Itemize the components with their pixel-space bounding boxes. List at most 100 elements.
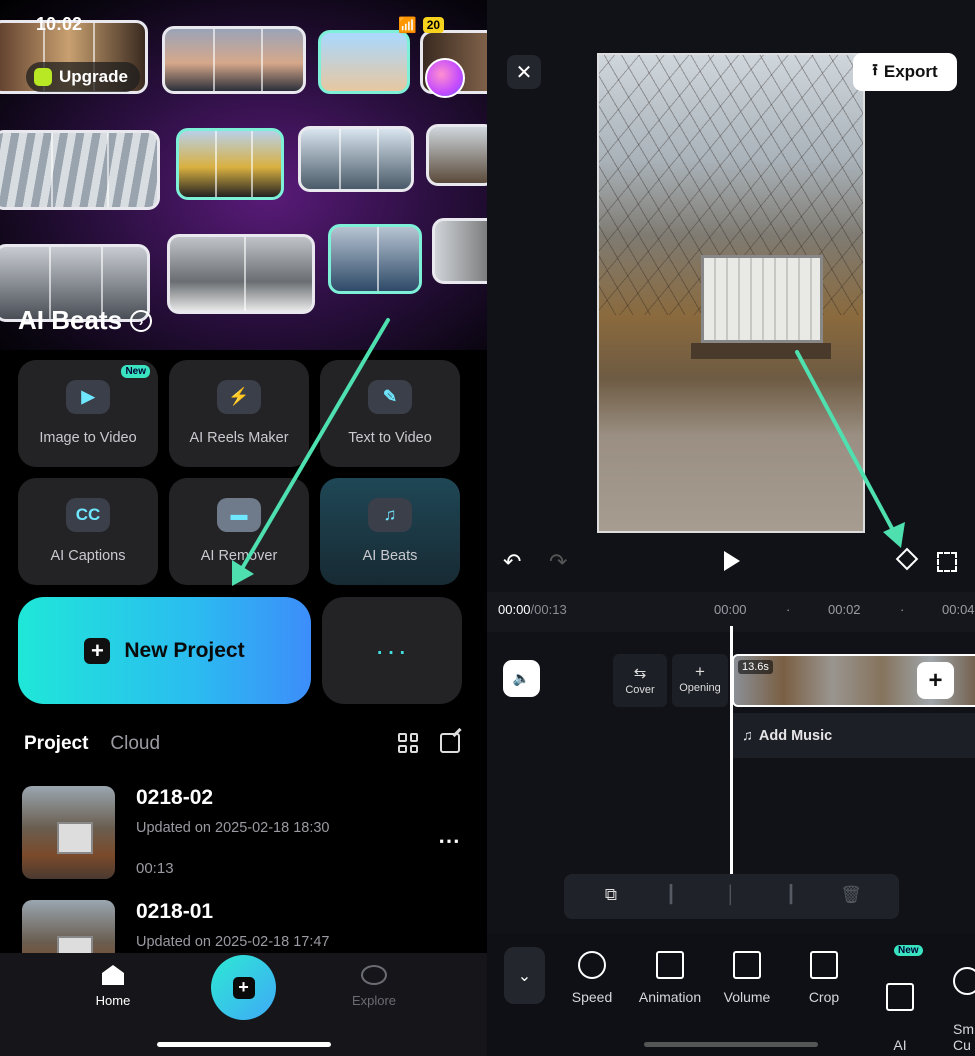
home-indicator	[644, 1042, 818, 1047]
tool-ai-remover[interactable]: New AI Remover	[870, 945, 930, 1056]
ai-beats-title[interactable]: AI Beats ›	[18, 305, 153, 336]
tool-label: AI Reels Maker	[189, 430, 289, 446]
tool-ai-beats[interactable]: ♫ AI Beats	[320, 478, 460, 585]
banner-tile	[0, 130, 160, 210]
tool-ai-remover[interactable]: ▬ AI Remover	[169, 478, 309, 585]
project-duration: 00:13	[136, 860, 174, 877]
opening-button[interactable]: + Opening	[672, 654, 728, 707]
tool-label: AI Remover	[200, 548, 278, 564]
more-tools-button[interactable]: ···	[322, 597, 462, 704]
video-preview[interactable]	[597, 53, 865, 533]
tool-animation[interactable]: Animation	[635, 951, 705, 1005]
preview-crate	[701, 255, 823, 343]
edit-icon[interactable]	[440, 733, 460, 753]
speed-icon	[578, 951, 606, 979]
list-actions	[398, 733, 460, 753]
tool-label: AI Beats	[362, 548, 418, 564]
editor-toolbar: ⌄ Speed Animation Volume Crop New AI Rem…	[487, 933, 975, 1056]
status-icons: 📶 20	[398, 16, 445, 34]
tab-cloud[interactable]: Cloud	[110, 733, 160, 755]
tool-volume[interactable]: Volume	[721, 951, 773, 1005]
upgrade-button[interactable]: Upgrade	[26, 62, 140, 92]
tool-label: Animation	[638, 989, 702, 1005]
animation-icon	[656, 951, 684, 979]
clip-edit-bar: ⧉ ┃ │ ┃ 🗑	[564, 874, 899, 919]
tool-ai-reels-maker[interactable]: ⚡ AI Reels Maker	[169, 360, 309, 467]
banner-tile	[432, 218, 487, 284]
pen-icon: ✎	[368, 380, 412, 414]
avatar[interactable]	[425, 58, 465, 98]
nav-explore[interactable]: Explore	[346, 965, 402, 1008]
playhead[interactable]	[730, 626, 733, 874]
more-options-icon[interactable]: ⋯	[438, 828, 460, 854]
delete-icon[interactable]: 🗑	[840, 885, 862, 907]
plus-icon: +	[232, 976, 255, 999]
mute-audio-button[interactable]: 🔈	[503, 660, 540, 697]
banner-tile	[167, 234, 315, 314]
nav-home[interactable]: Home	[88, 965, 138, 1008]
tool-crop[interactable]: Crop	[805, 951, 843, 1005]
ruler-tick: 00:04	[942, 602, 975, 617]
chevron-right-icon: ›	[130, 309, 153, 332]
tool-speed[interactable]: Speed	[569, 951, 615, 1005]
new-project-button[interactable]: + New Project	[18, 597, 311, 704]
cover-button[interactable]: ⇆ Cover	[613, 654, 667, 707]
ruler-tick: 00:00	[714, 602, 747, 617]
home-screen: 10:02 📶 20 Upgrade AI Beats › New ▶ Imag…	[0, 0, 487, 1056]
redo-icon[interactable]: ↷	[549, 549, 567, 575]
chevron-down-icon[interactable]: ⌄	[504, 947, 545, 1004]
ai-beats-title-text: AI Beats	[18, 305, 123, 335]
export-label: Export	[883, 62, 938, 81]
home-indicator	[157, 1042, 331, 1047]
project-thumbnail	[22, 786, 115, 879]
tool-smart-cutout[interactable]: Sm Cu	[953, 951, 975, 1053]
trim-start-icon[interactable]: ┃	[660, 885, 682, 907]
add-clip-button[interactable]: +	[917, 662, 954, 699]
banner-tile	[328, 224, 422, 294]
tab-project[interactable]: Project	[24, 733, 88, 755]
create-button[interactable]: +	[211, 955, 276, 1020]
tool-label: Volume	[723, 989, 771, 1005]
new-project-label: New Project	[124, 638, 245, 662]
opening-label: Opening	[679, 682, 721, 694]
close-button[interactable]: ✕	[507, 55, 541, 89]
duplicate-icon[interactable]: ⧉	[600, 885, 622, 907]
upload-icon: ⭱	[872, 61, 878, 79]
tool-text-to-video[interactable]: ✎ Text to Video	[320, 360, 460, 467]
planet-icon	[361, 965, 387, 985]
tool-label: AI Remover	[872, 1037, 929, 1056]
cover-label: Cover	[625, 684, 655, 696]
project-item[interactable]: 0218-02 Updated on 2025-02-18 18:30 00:1…	[22, 786, 472, 882]
project-name: 0218-02	[136, 786, 214, 809]
tool-label: Sm Cu	[953, 1021, 974, 1053]
export-button[interactable]: ⭱ Export	[853, 53, 957, 91]
bolt-icon: ⚡	[217, 380, 261, 414]
wifi-icon: 📶	[398, 17, 417, 34]
volume-icon	[733, 951, 761, 979]
split-icon[interactable]: │	[720, 885, 742, 907]
timecode: 00:00/00:13	[498, 602, 567, 617]
add-music-track[interactable]: ♫ Add Music	[732, 713, 975, 758]
fullscreen-icon[interactable]	[937, 552, 957, 572]
tool-ai-captions[interactable]: CC AI Captions	[18, 478, 158, 585]
keyframe-icon[interactable]	[895, 547, 919, 571]
home-icon	[102, 965, 124, 985]
play-icon[interactable]	[724, 551, 740, 571]
smart-cutout-icon	[953, 967, 975, 995]
clip-duration: 13.6s	[738, 660, 773, 674]
crop-icon	[810, 951, 838, 979]
trim-end-icon[interactable]: ┃	[780, 885, 802, 907]
tool-label: Crop	[808, 989, 840, 1005]
grid-view-icon[interactable]	[398, 733, 418, 753]
beats-icon: ♫	[368, 498, 412, 532]
banner-tile	[318, 30, 410, 94]
tool-label: Text to Video	[348, 430, 432, 446]
project-updated: Updated on 2025-02-18 17:47	[136, 934, 330, 950]
eraser-icon: ▬	[217, 498, 261, 532]
tool-image-to-video[interactable]: New ▶ Image to Video	[18, 360, 158, 467]
undo-icon[interactable]: ↶	[503, 549, 521, 575]
ruler-tick: ·	[786, 602, 791, 617]
ai-beats-banner[interactable]: 10:02 📶 20 Upgrade AI Beats ›	[0, 0, 487, 350]
project-name: 0218-01	[136, 900, 214, 923]
cc-icon: CC	[66, 498, 110, 532]
